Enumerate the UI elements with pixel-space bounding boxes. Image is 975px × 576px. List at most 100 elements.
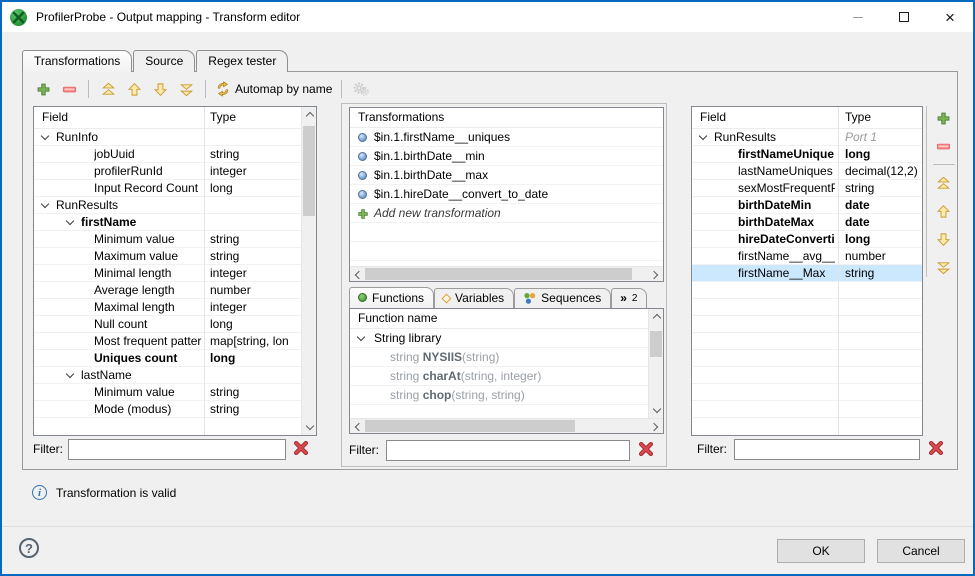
record-root-row[interactable]: RunResultsPort 1 [692,129,922,146]
tab-functions[interactable]: Functions [349,287,434,308]
add-field-button[interactable] [33,79,53,99]
move-up-button[interactable] [934,201,954,221]
tab-variables[interactable]: Variables [434,288,514,308]
plus-icon [357,208,369,220]
field-row[interactable]: lastName [34,367,301,384]
settings-gears-button-disabled[interactable] [351,79,371,99]
clear-filter-button[interactable] [294,441,310,457]
tab-transformations[interactable]: Transformations [22,50,132,72]
double-up-icon [936,176,951,191]
chevron-down-icon[interactable] [357,333,365,341]
vertical-scrollbar[interactable] [648,309,663,418]
tab-source[interactable]: Source [133,50,195,72]
move-down-button[interactable] [934,229,954,249]
chevron-down-icon[interactable] [66,217,74,225]
field-row[interactable]: profilerRunIdinteger [34,163,301,180]
field-row[interactable]: Average lengthnumber [34,282,301,299]
field-row[interactable]: Maximum valuestring [34,248,301,265]
scrollbar-thumb[interactable] [303,126,315,216]
field-row[interactable]: firstNameUniquelong [692,146,922,163]
field-type: string [210,384,300,400]
arrow-down-icon [936,232,951,247]
move-up-button[interactable] [124,79,144,99]
field-row[interactable]: Most frequent pattermap[string, lon [34,333,301,350]
field-row[interactable]: firstName__avg__lnumber [692,248,922,265]
field-type: number [845,248,921,264]
vertical-scrollbar[interactable] [301,107,316,435]
field-row[interactable]: Minimum valuestring [34,384,301,401]
scroll-up-icon [652,314,660,322]
red-x-icon [929,441,943,455]
tab-regex-tester[interactable]: Regex tester [196,50,288,72]
close-button[interactable]: × [927,2,973,32]
move-bottom-button[interactable] [176,79,196,99]
move-down-button[interactable] [150,79,170,99]
horizontal-scrollbar[interactable] [350,266,663,281]
cancel-button[interactable]: Cancel [877,539,965,563]
chevron-down-icon[interactable] [699,132,707,140]
transformations-filter-input[interactable] [386,440,630,461]
clear-filter-button[interactable] [639,442,655,458]
tab-overflow[interactable]: »2 [611,288,647,308]
function-row[interactable]: string NYSIIS(string) [350,348,648,367]
chevron-down-icon[interactable] [66,370,74,378]
field-row[interactable]: hireDateConvertilong [692,231,922,248]
field-row[interactable]: Mode (modus)string [34,401,301,418]
field-row[interactable]: birthDateMaxdate [692,214,922,231]
main-tabstrip: Transformations Source Regex tester [22,50,289,72]
scrollbar-thumb[interactable] [365,420,575,432]
column-header-field: Field [700,110,726,124]
remove-field-button[interactable] [59,79,79,99]
clear-filter-button[interactable] [929,441,945,457]
scrollbar-thumb[interactable] [650,331,662,357]
tab-sequences[interactable]: Sequences [514,288,611,308]
transformation-item[interactable]: $in.1.birthDate__max [350,166,663,185]
field-row[interactable]: firstName__Maxstring [692,265,922,282]
chevron-down-icon[interactable] [41,200,49,208]
help-button[interactable]: ? [19,538,39,558]
add-output-field-button[interactable] [934,108,954,128]
field-row[interactable]: RunResults [34,197,301,214]
minimize-button[interactable] [835,2,881,32]
field-row[interactable]: Maximal lengthinteger [34,299,301,316]
field-row[interactable]: Minimal lengthinteger [34,265,301,282]
function-row[interactable]: string charAt(string, integer) [350,367,648,386]
move-top-button[interactable] [98,79,118,99]
chevron-down-icon[interactable] [41,132,49,140]
field-row[interactable]: Input Record Countlong [34,180,301,197]
output-filter-input[interactable] [734,439,920,460]
plus-icon [936,111,951,126]
status-message: Transformation is valid [56,486,176,500]
field-row[interactable]: Null countlong [34,316,301,333]
source-filter-input[interactable] [68,439,286,460]
field-row[interactable]: firstName [34,214,301,231]
scrollbar-thumb[interactable] [365,268,632,280]
empty-row [692,282,922,299]
function-signature: string NYSIIS(string) [390,348,499,366]
maximize-button[interactable] [881,2,927,32]
field-row[interactable]: RunInfo [34,129,301,146]
automap-by-name-button[interactable]: Automap by name [215,81,332,97]
function-library-row[interactable]: String library [350,329,648,348]
horizontal-scrollbar[interactable] [350,418,663,433]
field-row[interactable]: jobUuidstring [34,146,301,163]
scroll-up-icon [305,112,313,120]
move-bottom-button[interactable] [934,257,954,277]
field-row[interactable]: birthDateMindate [692,197,922,214]
add-transformation-row[interactable]: Add new transformation [350,204,663,223]
function-row[interactable]: string chop(string, string) [350,386,648,405]
ok-button[interactable]: OK [777,539,865,563]
field-row[interactable]: Uniques countlong [34,350,301,367]
transformation-item[interactable]: $in.1.firstName__uniques [350,128,663,147]
field-type: long [210,350,300,366]
field-row[interactable]: sexMostFrequentPstring [692,180,922,197]
move-top-button[interactable] [934,173,954,193]
field-row[interactable]: Minimum valuestring [34,231,301,248]
transformation-item[interactable]: $in.1.birthDate__min [350,147,663,166]
transformation-item[interactable]: $in.1.hireDate__convert_to_date [350,185,663,204]
remove-output-field-button[interactable] [934,136,954,156]
add-transformation-label: Add new transformation [374,204,501,222]
field-row[interactable]: lastNameUniquesdecimal(12,2) [692,163,922,180]
transformation-label: $in.1.birthDate__max [374,166,488,184]
field-type: decimal(12,2) [845,163,921,179]
